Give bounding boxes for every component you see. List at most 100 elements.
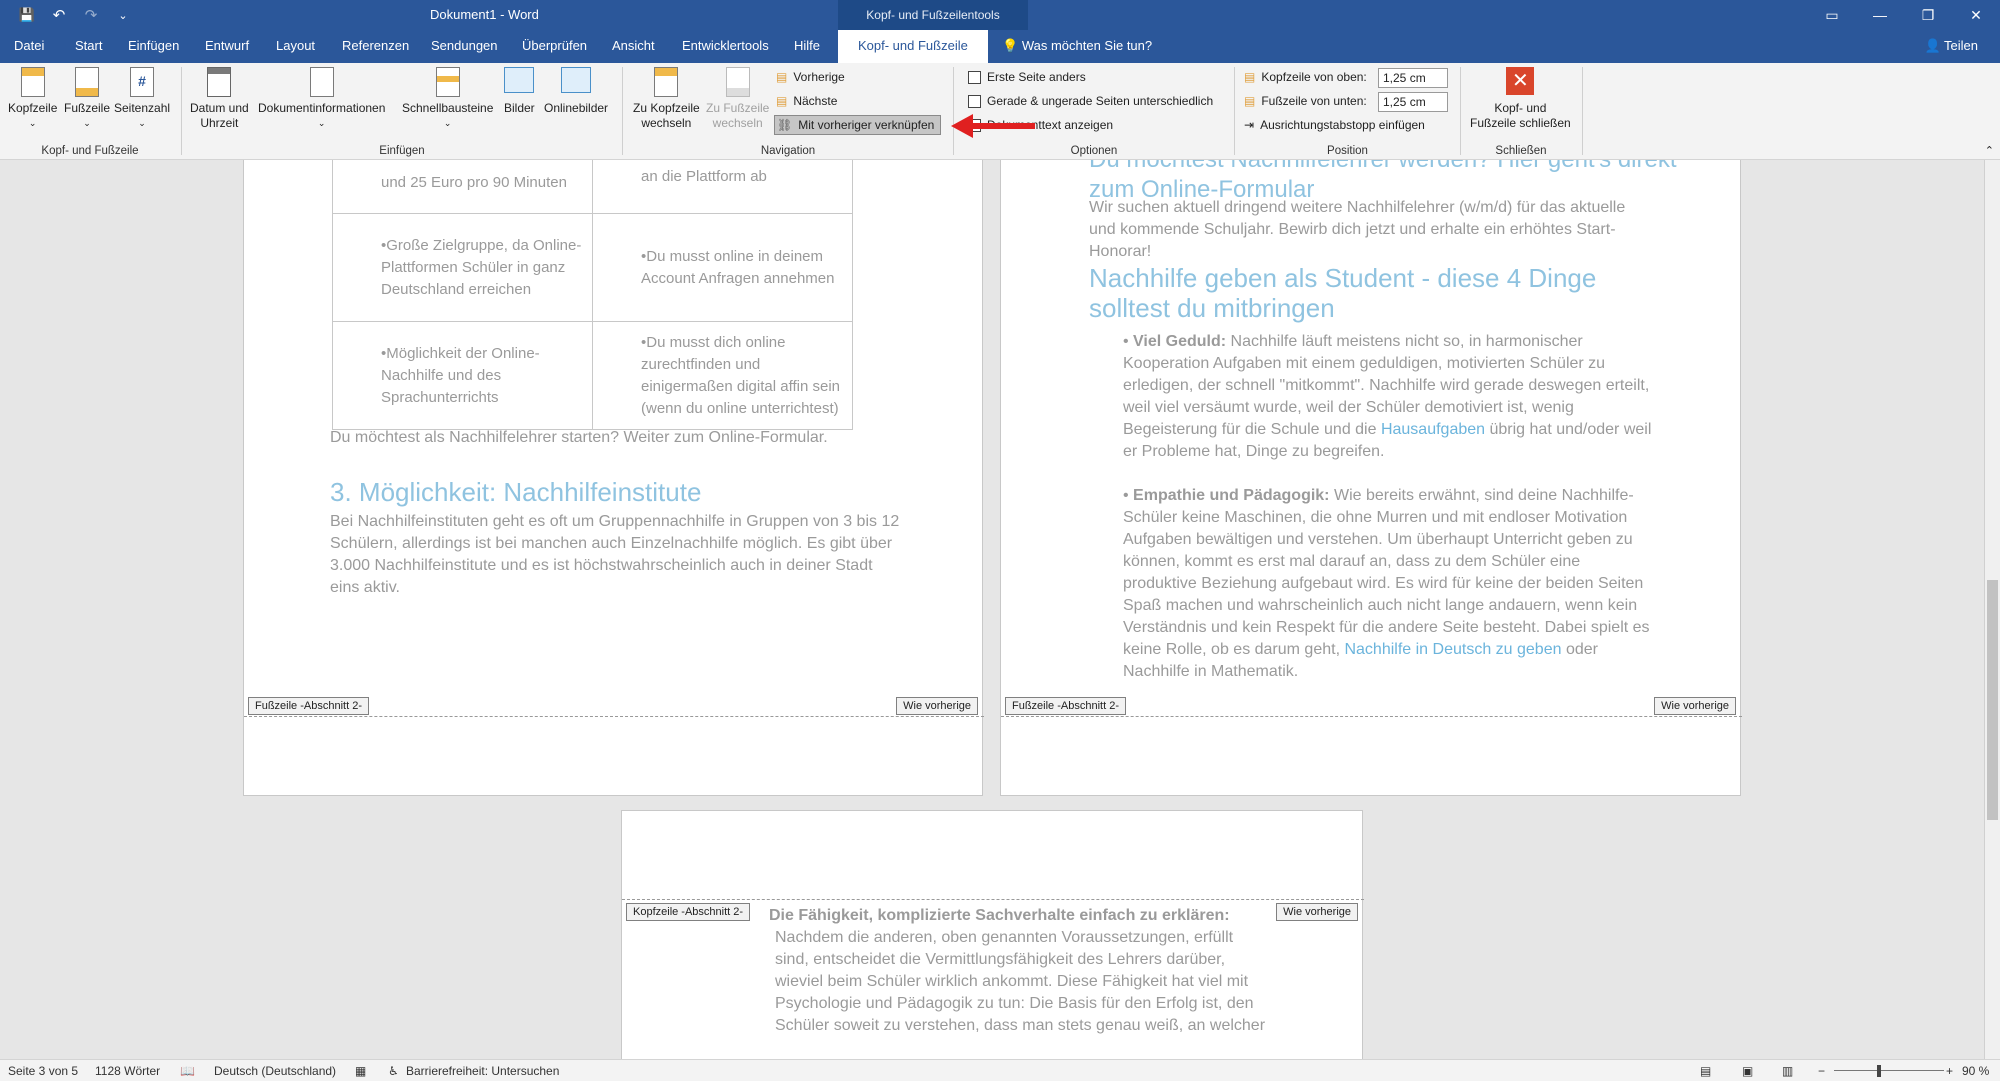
tab-layout[interactable]: Layout (276, 38, 315, 53)
ribbon: Kopfzeile ⌄ Fußzeile ⌄ # Seitenzahl ⌄ Kopf-… (0, 63, 2000, 160)
title-bar: 💾 ↶ ↷ ⌄ Dokument1 - Word Kopf- und Fußze… (0, 0, 2000, 30)
zu-kopfzeile-wechseln-button[interactable]: Zu Kopfzeile wechseln (633, 67, 700, 131)
fusszeile-button[interactable]: Fußzeile ⌄ (64, 67, 110, 131)
checkbox-icon (968, 70, 981, 84)
tab-ansicht[interactable]: Ansicht (612, 38, 655, 53)
read-mode-icon[interactable]: ▤ (1700, 1064, 1711, 1078)
fusszeile-von-unten-input[interactable]: 1,25 cm (1378, 92, 1448, 112)
previous-icon: ▤ (776, 70, 788, 84)
footer-boundary (244, 716, 984, 717)
vertical-scrollbar[interactable] (1984, 160, 2000, 1059)
footer-boundary (1001, 716, 1742, 717)
tab-entwicklertools[interactable]: Entwicklertools (682, 38, 769, 53)
tab-hilfe[interactable]: Hilfe (794, 38, 820, 53)
page-number-icon: # (127, 67, 157, 99)
page2-intro-paragraph: Wir suchen aktuell dringend weitere Nach… (1089, 199, 1626, 260)
accessibility-status[interactable]: Barrierefreiheit: Untersuchen (406, 1064, 559, 1078)
zoom-slider-thumb[interactable] (1877, 1065, 1881, 1077)
ribbon-display-icon[interactable]: ▭ (1808, 0, 1856, 30)
fusszeile-von-unten-label: ▤ Fußzeile von unten: (1244, 94, 1367, 108)
next-icon: ▤ (776, 94, 788, 108)
same-as-previous-tag: Wie vorherige (1654, 697, 1736, 715)
print-layout-icon[interactable]: ▣ (1742, 1064, 1753, 1078)
customize-qat-icon[interactable]: ⌄ (112, 4, 134, 26)
tell-me-search[interactable]: 💡 Was möchten Sie tun? (1002, 38, 1152, 54)
tab-start[interactable]: Start (75, 38, 102, 53)
table-cell: •Du musst online in deinem Account Anfra… (592, 213, 853, 322)
table-cell: •Große Zielgruppe, da Online-Plattformen… (332, 213, 593, 322)
accessibility-icon: ♿ (388, 1064, 399, 1078)
scroll-thumb[interactable] (1987, 580, 1998, 820)
checkbox-icon (968, 94, 981, 108)
zoom-in-button[interactable]: + (1946, 1064, 1953, 1078)
document-title: Dokument1 - Word (430, 7, 539, 22)
kopfzeile-von-oben-input[interactable]: 1,25 cm (1378, 68, 1448, 88)
page-right[interactable]: Du möchtest Nachhilfelehrer werden? Hier… (1000, 160, 1742, 796)
tab-ueberpruefen[interactable]: Überprüfen (522, 38, 587, 53)
footer-area[interactable] (1001, 705, 1740, 795)
kopfzeile-von-oben-label: ▤ Kopfzeile von oben: (1244, 70, 1367, 84)
schnellbausteine-button[interactable]: Schnellbausteine ⌄ (402, 67, 493, 131)
mit-vorheriger-verknuepfen-button[interactable]: ⛓ Mit vorheriger verknüpfen (774, 115, 942, 135)
page-count[interactable]: Seite 3 von 5 (8, 1064, 78, 1078)
datum-uhrzeit-button[interactable]: Datum und Uhrzeit (190, 67, 249, 131)
group-divider (1460, 67, 1461, 155)
tab-referenzen[interactable]: Referenzen (342, 38, 409, 53)
gerade-ungerade-checkbox[interactable]: Gerade & ungerade Seiten unterschiedlich (968, 94, 1213, 108)
word-count[interactable]: 1128 Wörter (95, 1064, 160, 1078)
calendar-icon (204, 67, 234, 99)
proofing-icon[interactable]: 📖 (180, 1064, 195, 1078)
undo-icon[interactable]: ↶ (48, 4, 70, 26)
nachhilfe-deutsch-link[interactable]: Nachhilfe in Deutsch zu geben (1344, 641, 1561, 658)
ausrichtungstabstopp-button[interactable]: ⇥ Ausrichtungstabstopp einfügen (1244, 118, 1425, 132)
table-cell: •Möglichkeit der Online-Nachhilfe und de… (332, 321, 593, 430)
zoom-slider[interactable] (1834, 1070, 1944, 1071)
kopfzeile-button[interactable]: Kopfzeile ⌄ (8, 67, 57, 131)
person-icon: 👤 (1924, 38, 1941, 53)
footer-section-tag: Fußzeile -Abschnitt 2- (1005, 697, 1126, 715)
bilder-button[interactable]: Bilder (504, 67, 535, 116)
red-arrow-annotation (951, 114, 1035, 138)
zoom-level[interactable]: 90 % (1962, 1064, 1989, 1078)
ribbon-tabs: Datei Start Einfügen Entwurf Layout Refe… (0, 30, 2000, 63)
erste-seite-anders-checkbox[interactable]: Erste Seite anders (968, 70, 1086, 84)
restore-button[interactable]: ❐ (1904, 0, 1952, 30)
header-section-tag: Kopfzeile -Abschnitt 2- (626, 903, 751, 921)
onlinebilder-button[interactable]: Onlinebilder (544, 67, 608, 116)
page2-bullet-patience: • Viel Geduld: Nachhilfe läuft meistens … (1123, 333, 1652, 460)
page2-heading: Nachhilfe geben als Student - diese 4 Di… (1089, 263, 1597, 323)
group-label-optionen: Optionen (1070, 145, 1118, 157)
page1-paragraph: Bei Nachhilfeinstituten geht es oft um G… (330, 513, 900, 596)
naechste-button[interactable]: ▤ Nächste (776, 94, 837, 108)
page-bottom[interactable]: Kopfzeile -Abschnitt 2- Wie vorherige Di… (621, 810, 1364, 1059)
tab-einfuegen[interactable]: Einfügen (128, 38, 179, 53)
page-left[interactable]: und 25 Euro pro 90 Minuten an die Plattf… (243, 160, 984, 796)
redo-icon[interactable]: ↷ (80, 4, 102, 26)
page1-heading: 3. Möglichkeit: Nachhilfeinstitute (330, 477, 702, 507)
save-icon[interactable]: 💾 (16, 4, 38, 26)
minimize-button[interactable]: — (1856, 0, 1904, 30)
vorherige-button[interactable]: ▤ Vorherige (776, 70, 845, 84)
picture-icon (504, 67, 535, 99)
tab-datei[interactable]: Datei (14, 38, 44, 53)
tab-kopf-und-fusszeile[interactable]: Kopf- und Fußzeile (838, 30, 988, 63)
tab-sendungen[interactable]: Sendungen (431, 38, 498, 53)
header-position-icon: ▤ (1244, 70, 1256, 84)
seitenzahl-button[interactable]: # Seitenzahl ⌄ (114, 67, 170, 131)
kopf-fusszeile-schliessen-button[interactable]: ✕ Kopf- und Fußzeile schließen (1470, 67, 1571, 131)
zu-fusszeile-wechseln-button[interactable]: Zu Fußzeile wechseln (706, 67, 769, 131)
macro-icon[interactable]: ▦ (355, 1064, 366, 1078)
share-button[interactable]: 👤 Teilen (1924, 38, 1978, 54)
quick-parts-icon (433, 67, 463, 99)
hausaufgaben-link[interactable]: Hausaufgaben (1381, 421, 1485, 438)
dokumentinformationen-button[interactable]: Dokumentinformationen ⌄ (258, 67, 385, 131)
table-cell: •Du musst dich online zurechtfinden und … (592, 321, 853, 430)
zoom-out-button[interactable]: − (1818, 1064, 1825, 1078)
close-button[interactable]: ✕ (1952, 0, 2000, 30)
context-tab-label: Kopf- und Fußzeilentools (838, 0, 1028, 30)
language-status[interactable]: Deutsch (Deutschland) (214, 1064, 336, 1078)
link-icon: ⛓ (777, 118, 793, 132)
tab-entwurf[interactable]: Entwurf (205, 38, 249, 53)
collapse-ribbon-icon[interactable]: ⌃ (1985, 144, 1994, 157)
web-layout-icon[interactable]: ▥ (1782, 1064, 1793, 1078)
